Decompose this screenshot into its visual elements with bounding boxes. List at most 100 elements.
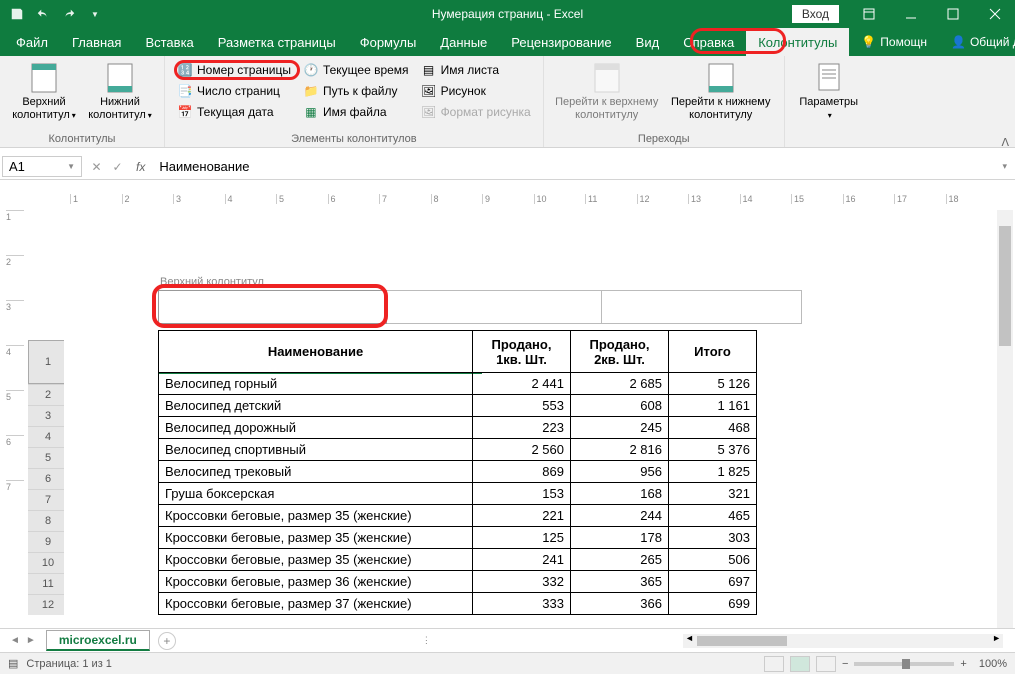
formula-input[interactable] — [153, 157, 996, 176]
current-date-button[interactable]: 📅Текущая дата — [173, 102, 295, 122]
horizontal-scrollbar[interactable]: ◄► — [683, 634, 1003, 648]
row-header[interactable]: 5 — [28, 447, 68, 468]
date-icon: 📅 — [177, 104, 193, 120]
data-table[interactable]: Наименование Продано, 1кв. Шт. Продано, … — [158, 330, 757, 615]
sheet-name-button[interactable]: ▤Имя листа — [417, 60, 535, 80]
header-icon — [28, 62, 60, 94]
th-q2[interactable]: Продано, 2кв. Шт. — [571, 331, 669, 373]
table-row[interactable]: Кроссовки беговые, размер 36 (женские)33… — [159, 571, 757, 593]
formula-bar-buttons: ✕ ✓ — [86, 160, 128, 174]
row-header[interactable]: 6 — [28, 468, 68, 489]
row-header[interactable]: 8 — [28, 510, 68, 531]
zoom-level[interactable]: 100% — [979, 658, 1007, 670]
page-break-view-icon[interactable] — [816, 656, 836, 672]
tab-insert[interactable]: Вставка — [133, 28, 205, 56]
expand-formula-icon[interactable]: ▾ — [996, 161, 1013, 172]
file-path-button[interactable]: 📁Путь к файлу — [299, 81, 413, 101]
row-header[interactable]: 3 — [28, 405, 68, 426]
row-header[interactable]: 2 — [28, 384, 68, 405]
row-header[interactable]: 1 — [28, 340, 68, 384]
zoom-slider[interactable] — [854, 662, 954, 666]
table-row[interactable]: Кроссовки беговые, размер 37 (женские)33… — [159, 593, 757, 615]
page-count-button[interactable]: 📑Число страниц — [173, 81, 295, 101]
sheet-tab[interactable]: microexcel.ru — [46, 630, 150, 651]
file-name-button[interactable]: ▦Имя файла — [299, 102, 413, 122]
collapse-ribbon-icon[interactable]: ᐱ — [1001, 136, 1009, 149]
zoom-out-icon[interactable]: − — [842, 658, 848, 670]
th-name[interactable]: Наименование — [159, 331, 473, 373]
tab-data[interactable]: Данные — [428, 28, 499, 56]
goto-footer-button[interactable]: Перейти к нижнему колонтитулу — [666, 60, 776, 131]
page-number-button[interactable]: 🔢Номер страницы — [173, 60, 295, 80]
cancel-icon: ✕ — [91, 160, 101, 174]
minimize-icon[interactable] — [891, 0, 931, 28]
group-options: Параметры▾ — [785, 56, 873, 147]
tab-help[interactable]: Справка — [671, 28, 746, 56]
th-total[interactable]: Итого — [669, 331, 757, 373]
picture-button[interactable]: 🖼Рисунок — [417, 81, 535, 101]
group-header-footer: Верхний колонтитул▾ Нижний колонтитул▾ К… — [0, 56, 165, 147]
goto-header-button: Перейти к верхнему колонтитулу — [552, 60, 662, 131]
row-header[interactable]: 12 — [28, 594, 68, 615]
th-q1[interactable]: Продано, 1кв. Шт. — [473, 331, 571, 373]
vertical-scrollbar[interactable] — [997, 210, 1013, 628]
header-left-box[interactable] — [158, 290, 387, 324]
save-icon[interactable] — [6, 3, 28, 25]
table-row[interactable]: Кроссовки беговые, размер 35 (женские)12… — [159, 527, 757, 549]
current-time-button[interactable]: 🕐Текущее время — [299, 60, 413, 80]
horizontal-ruler: 123456789101112131415161718 — [70, 186, 997, 204]
window-title: Нумерация страниц - Excel — [432, 7, 583, 21]
ribbon-tabs: Файл Главная Вставка Разметка страницы Ф… — [0, 28, 1015, 56]
new-sheet-button[interactable]: + — [158, 632, 176, 650]
zoom-in-icon[interactable]: + — [960, 658, 966, 670]
time-icon: 🕐 — [303, 62, 319, 78]
tab-page-layout[interactable]: Разметка страницы — [206, 28, 348, 56]
fx-icon[interactable]: fx — [128, 160, 153, 174]
normal-view-icon[interactable] — [764, 656, 784, 672]
maximize-icon[interactable] — [933, 0, 973, 28]
row-header[interactable]: 7 — [28, 489, 68, 510]
share-button[interactable]: 👤Общий доступ — [939, 28, 1015, 56]
row-header[interactable]: 11 — [28, 573, 68, 594]
qat-customize-icon[interactable]: ▼ — [84, 3, 106, 25]
sign-in-button[interactable]: Вход — [792, 5, 839, 23]
header-button[interactable]: Верхний колонтитул▾ — [8, 60, 80, 131]
row-header[interactable]: 10 — [28, 552, 68, 573]
table-row[interactable]: Велосипед детский5536081 161 — [159, 395, 757, 417]
formula-bar: A1▼ ✕ ✓ fx ▾ — [0, 154, 1015, 180]
row-header[interactable]: 9 — [28, 531, 68, 552]
table-row[interactable]: Велосипед горный2 4412 6855 126 — [159, 373, 757, 395]
tab-review[interactable]: Рецензирование — [499, 28, 623, 56]
row-header[interactable]: 4 — [28, 426, 68, 447]
tab-file[interactable]: Файл — [4, 28, 60, 56]
header-center-box[interactable] — [387, 290, 602, 324]
page-number-icon: 🔢 — [177, 62, 193, 78]
table-row[interactable]: Велосипед спортивный2 5602 8165 376 — [159, 439, 757, 461]
tell-me-button[interactable]: 💡Помощн — [849, 28, 939, 56]
options-button[interactable]: Параметры▾ — [793, 60, 865, 143]
status-bar: ▤ Страница: 1 из 1 − + 100% — [0, 652, 1015, 674]
page-layout-view-icon[interactable] — [790, 656, 810, 672]
tab-view[interactable]: Вид — [624, 28, 672, 56]
undo-icon[interactable] — [32, 3, 54, 25]
status-text: Страница: 1 из 1 — [26, 658, 112, 670]
name-box[interactable]: A1▼ — [2, 156, 82, 177]
table-row[interactable]: Кроссовки беговые, размер 35 (женские)22… — [159, 505, 757, 527]
excel-icon: ▦ — [303, 104, 319, 120]
row-headers: 1 2 3 4 5 6 7 8 9 10 11 12 — [28, 340, 68, 615]
close-icon[interactable] — [975, 0, 1015, 28]
tab-formulas[interactable]: Формулы — [348, 28, 429, 56]
table-row[interactable]: Груша боксерская153168321 — [159, 483, 757, 505]
header-boxes — [158, 290, 802, 324]
table-row[interactable]: Велосипед дорожный223245468 — [159, 417, 757, 439]
header-right-box[interactable] — [602, 290, 802, 324]
tab-header-footer[interactable]: Колонтитулы — [746, 28, 849, 56]
format-picture-icon: 🖼 — [421, 104, 437, 120]
tab-home[interactable]: Главная — [60, 28, 133, 56]
table-row[interactable]: Кроссовки беговые, размер 35 (женские)24… — [159, 549, 757, 571]
footer-button[interactable]: Нижний колонтитул▾ — [84, 60, 156, 131]
table-row[interactable]: Велосипед трековый8699561 825 — [159, 461, 757, 483]
ribbon-options-icon[interactable] — [849, 0, 889, 28]
tab-nav-buttons[interactable]: ◄► — [0, 635, 46, 646]
redo-icon[interactable] — [58, 3, 80, 25]
